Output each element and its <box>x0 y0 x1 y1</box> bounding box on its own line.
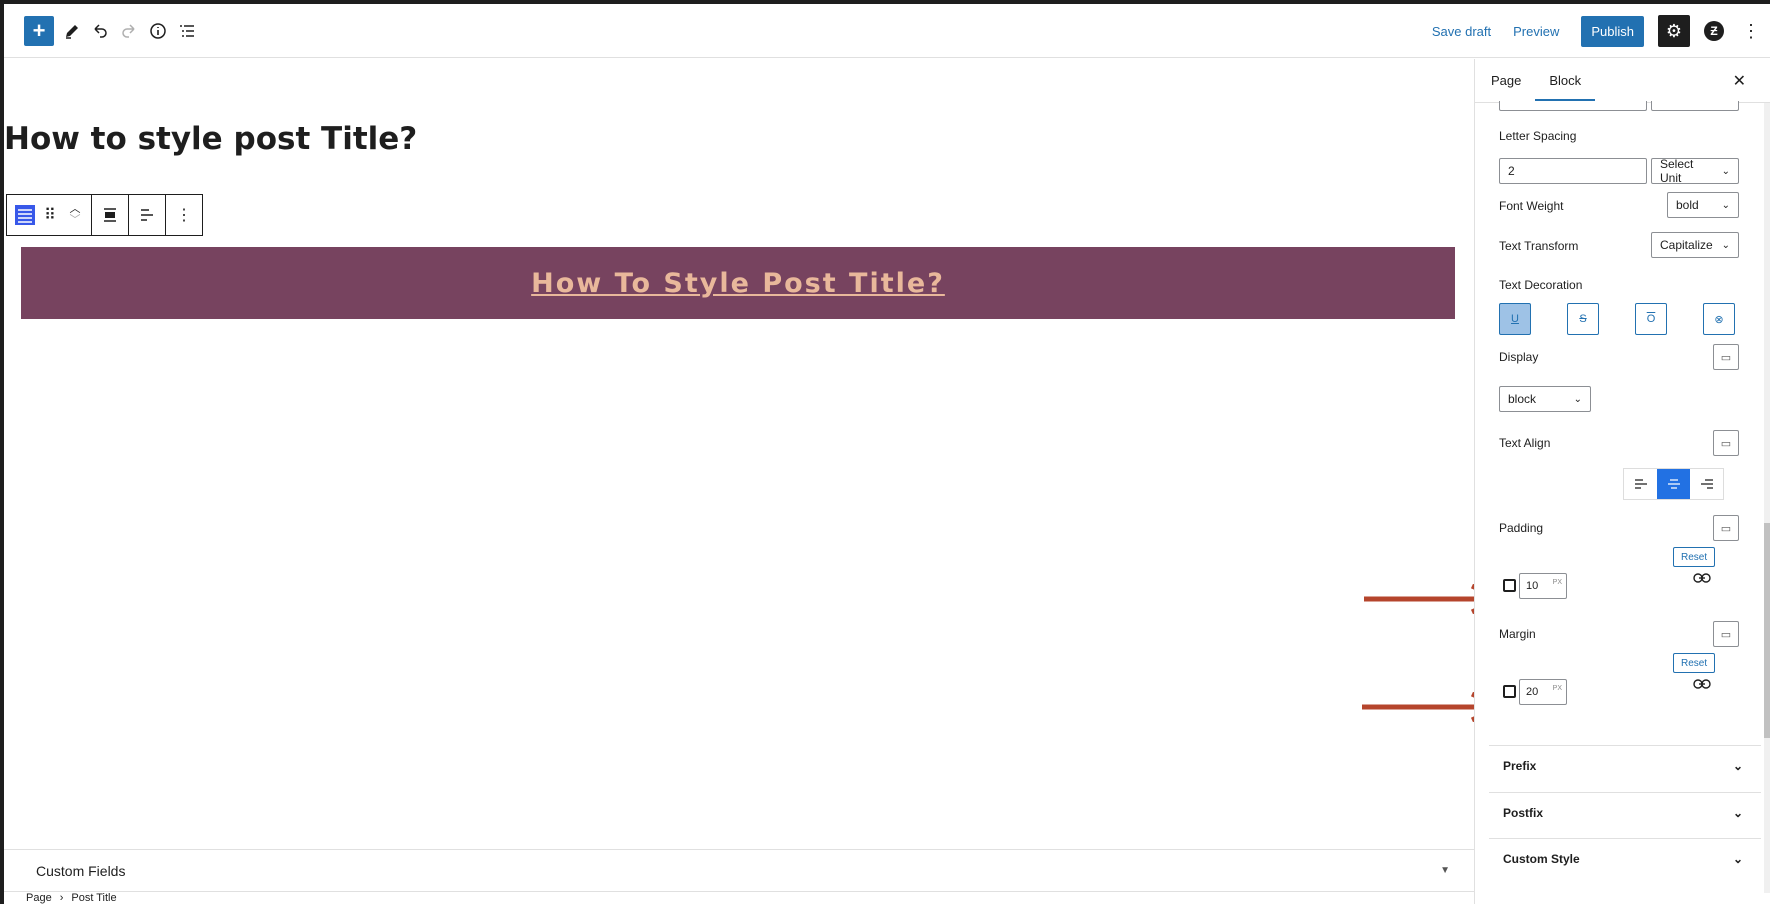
redo-icon[interactable] <box>115 17 143 45</box>
link-values-icon[interactable] <box>1693 677 1711 694</box>
margin-reset-button[interactable]: Reset <box>1673 653 1716 673</box>
strikethrough-button[interactable]: S <box>1567 303 1599 335</box>
chevron-down-icon: ⌄ <box>1732 758 1743 773</box>
info-icon[interactable] <box>144 17 172 45</box>
move-up-down-icon[interactable]: ︿ ﹀ <box>61 195 89 235</box>
more-options-icon[interactable]: ⋮ <box>1742 21 1760 42</box>
box-sides-icon[interactable] <box>1503 579 1516 592</box>
margin-label: Margin <box>1499 627 1536 641</box>
text-decoration-label: Text Decoration <box>1499 278 1583 292</box>
add-block-button[interactable]: + <box>24 16 54 46</box>
sidebar-scrollbar[interactable] <box>1764 103 1770 893</box>
align-right-button[interactable] <box>1690 469 1723 499</box>
margin-input[interactable]: 20 PX <box>1519 679 1567 705</box>
chevron-down-icon: ⌄ <box>1573 393 1582 405</box>
block-options-icon[interactable]: ⋮ <box>168 195 200 235</box>
text-align-label: Text Align <box>1499 436 1551 450</box>
box-sides-icon[interactable] <box>1503 685 1516 698</box>
pencil-icon[interactable] <box>58 17 86 45</box>
prefix-panel[interactable]: Prefix ⌄ <box>1489 745 1761 785</box>
padding-label: Padding <box>1499 521 1544 535</box>
breadcrumb-page[interactable]: Page <box>26 892 52 904</box>
preview-button[interactable]: Preview <box>1513 24 1559 39</box>
post-title-text: How To Style Post Title? <box>531 267 945 299</box>
postfix-panel[interactable]: Postfix ⌄ <box>1489 792 1761 832</box>
editor-canvas: How to style post Title? ⠿ ︿ ﹀ ⋮ How To S… <box>4 59 1474 849</box>
scrollbar-thumb[interactable] <box>1764 523 1770 738</box>
align-center-button[interactable] <box>1657 469 1690 499</box>
collapse-triangle-icon[interactable]: ▼ <box>1440 865 1450 876</box>
font-weight-select[interactable]: bold ⌄ <box>1667 192 1739 218</box>
publish-button[interactable]: Publish <box>1581 15 1644 47</box>
text-transform-label: Text Transform <box>1499 239 1579 253</box>
sidebar-tabs: Page Block ✕ <box>1475 59 1770 103</box>
padding-input[interactable]: 10 PX <box>1519 573 1567 599</box>
chevron-down-icon: ⌄ <box>1732 805 1743 820</box>
block-toolbar: ⠿ ︿ ﹀ ⋮ <box>6 194 203 236</box>
text-align-group <box>1623 468 1724 500</box>
underline-button[interactable]: U <box>1499 303 1531 335</box>
chevron-down-icon: ⌄ <box>1721 199 1730 211</box>
display-label: Display <box>1499 350 1539 364</box>
drag-handle-icon[interactable]: ⠿ <box>39 195 61 235</box>
letter-spacing-label: Letter Spacing <box>1499 129 1577 143</box>
plugin-z-icon[interactable]: Ƶ <box>1704 21 1724 41</box>
block-align-icon[interactable] <box>94 195 126 235</box>
align-left-button[interactable] <box>1624 469 1657 499</box>
no-decoration-button[interactable]: ⊗ <box>1703 303 1735 335</box>
text-transform-select[interactable]: Capitalize ⌄ <box>1651 232 1739 258</box>
block-type-icon[interactable] <box>11 195 39 235</box>
link-values-icon[interactable] <box>1693 571 1711 588</box>
chevron-down-icon: ⌄ <box>1721 165 1730 177</box>
breadcrumb-post-title[interactable]: Post Title <box>71 892 116 904</box>
custom-fields-label: Custom Fields <box>36 862 126 879</box>
settings-sidebar: Page Block ✕ Letter Spacing 2 Select Uni… <box>1474 59 1770 904</box>
font-size-unit-select[interactable] <box>1651 101 1739 111</box>
settings-gear-icon[interactable]: ⚙ <box>1658 15 1690 47</box>
custom-fields-panel[interactable]: Custom Fields ▼ <box>4 849 1474 891</box>
font-size-field[interactable] <box>1499 101 1647 111</box>
chevron-down-icon: ⌄ <box>1721 239 1730 251</box>
list-view-icon[interactable] <box>173 17 201 45</box>
chevron-down-icon: ⌄ <box>1732 851 1743 866</box>
display-select[interactable]: block ⌄ <box>1499 386 1591 412</box>
letter-spacing-unit-select[interactable]: Select Unit ⌄ <box>1651 157 1739 185</box>
save-draft-button[interactable]: Save draft <box>1432 24 1491 39</box>
overline-button[interactable]: O <box>1635 303 1667 335</box>
tab-page[interactable]: Page <box>1477 59 1535 102</box>
tab-block[interactable]: Block <box>1535 59 1596 102</box>
desktop-icon[interactable]: ▭ <box>1713 430 1739 456</box>
font-weight-label: Font Weight <box>1499 199 1564 213</box>
desktop-icon[interactable]: ▭ <box>1713 515 1739 541</box>
desktop-icon[interactable]: ▭ <box>1713 621 1739 647</box>
text-align-icon[interactable] <box>131 195 163 235</box>
post-title-block[interactable]: How To Style Post Title? <box>21 247 1455 319</box>
page-title[interactable]: How to style post Title? <box>4 121 417 157</box>
editor-toolbar: + Save draft Preview Publish ⚙ Ƶ ⋮ <box>4 4 1770 58</box>
undo-icon[interactable] <box>86 17 114 45</box>
breadcrumb-separator-icon: › <box>59 892 64 904</box>
breadcrumb: Page › Post Title <box>4 891 1474 904</box>
close-icon[interactable]: ✕ <box>1733 71 1746 91</box>
letter-spacing-input[interactable]: 2 <box>1499 158 1647 184</box>
padding-reset-button[interactable]: Reset <box>1673 547 1716 567</box>
custom-style-panel[interactable]: Custom Style ⌄ <box>1489 838 1761 878</box>
desktop-icon[interactable]: ▭ <box>1713 344 1739 370</box>
